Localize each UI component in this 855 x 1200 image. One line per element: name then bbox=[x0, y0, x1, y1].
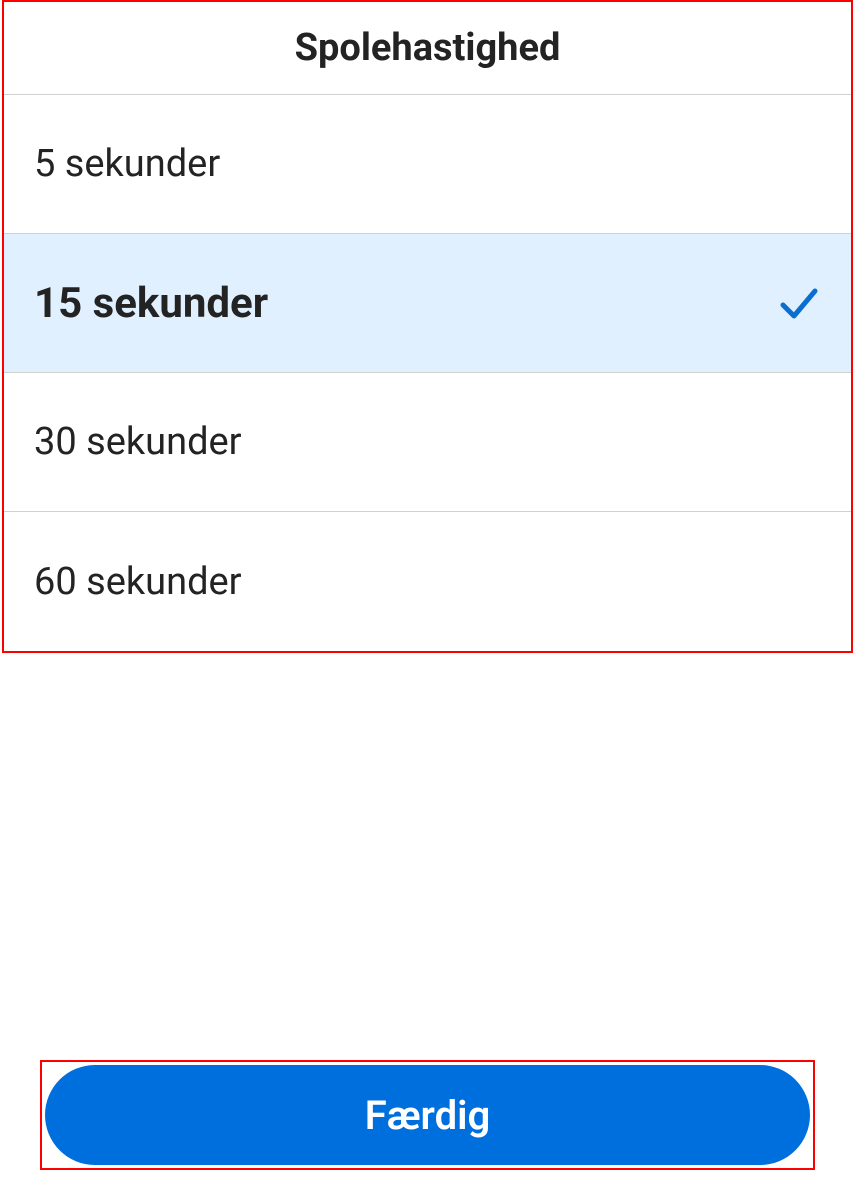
done-button-wrapper: Færdig bbox=[40, 1060, 815, 1170]
option-label: 15 sekunder bbox=[34, 279, 268, 328]
done-button[interactable]: Færdig bbox=[45, 1065, 810, 1165]
option-30-seconds[interactable]: 30 sekunder bbox=[4, 373, 851, 512]
speed-dialog: Spolehastighed 5 sekunder 15 sekunder 30… bbox=[2, 0, 853, 653]
dialog-title: Spolehastighed bbox=[4, 2, 851, 95]
option-label: 5 sekunder bbox=[34, 142, 220, 186]
option-5-seconds[interactable]: 5 sekunder bbox=[4, 95, 851, 234]
option-label: 30 sekunder bbox=[34, 420, 242, 464]
option-15-seconds[interactable]: 15 sekunder bbox=[4, 234, 851, 373]
checkmark-icon bbox=[777, 281, 821, 325]
option-60-seconds[interactable]: 60 sekunder bbox=[4, 512, 851, 651]
option-label: 60 sekunder bbox=[34, 560, 242, 604]
option-list: 5 sekunder 15 sekunder 30 sekunder 60 se… bbox=[4, 95, 851, 651]
